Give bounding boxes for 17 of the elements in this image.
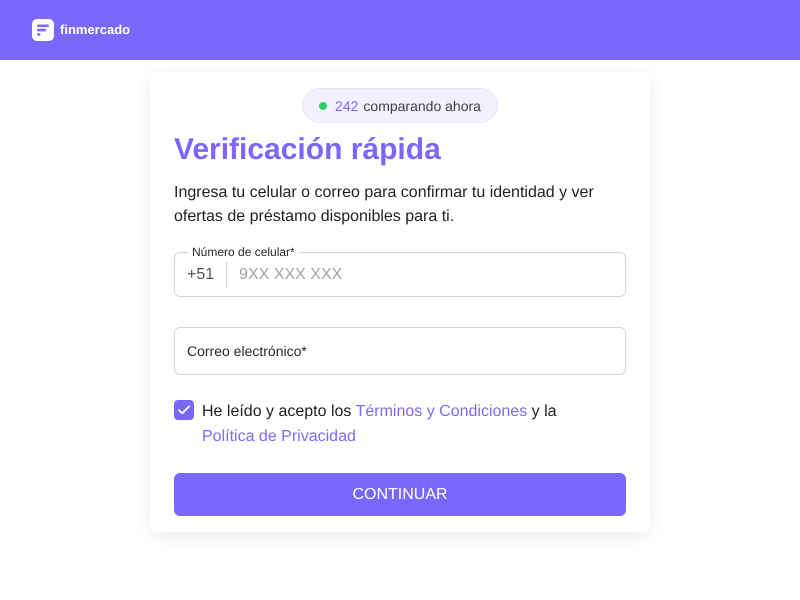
checkmark-icon <box>178 405 190 415</box>
live-count-text: comparando ahora <box>363 96 481 116</box>
policy-link[interactable]: Política de Privacidad <box>202 428 356 445</box>
live-count: 242 <box>335 96 358 116</box>
page-title: Verificación rápida <box>174 132 442 168</box>
field-label: Número de celular* <box>191 244 296 260</box>
email-field[interactable]: Correo electrónico* <box>174 327 626 375</box>
consent-text: He leído y acepto los Términos y Condiciones y la Política de Privacidad <box>202 402 558 447</box>
consent-checkbox[interactable] <box>174 400 194 420</box>
description-text: Ingresa tu celular o correo para confirmar tu identidad y ver ofertas de préstamo disponibles para ti. <box>174 183 595 227</box>
logo-icon <box>32 19 54 41</box>
brand-name: finmercado <box>60 21 130 40</box>
phone-field[interactable]: Número de celular* +51 9XX XXX XXX <box>174 244 626 297</box>
continue-button[interactable]: CONTINUAR <box>174 473 626 516</box>
country-code: +51 <box>187 265 214 285</box>
phone-number-input[interactable]: 9XX XXX XXX <box>239 263 613 287</box>
policy-link[interactable]: Términos y Condiciones <box>356 403 528 420</box>
